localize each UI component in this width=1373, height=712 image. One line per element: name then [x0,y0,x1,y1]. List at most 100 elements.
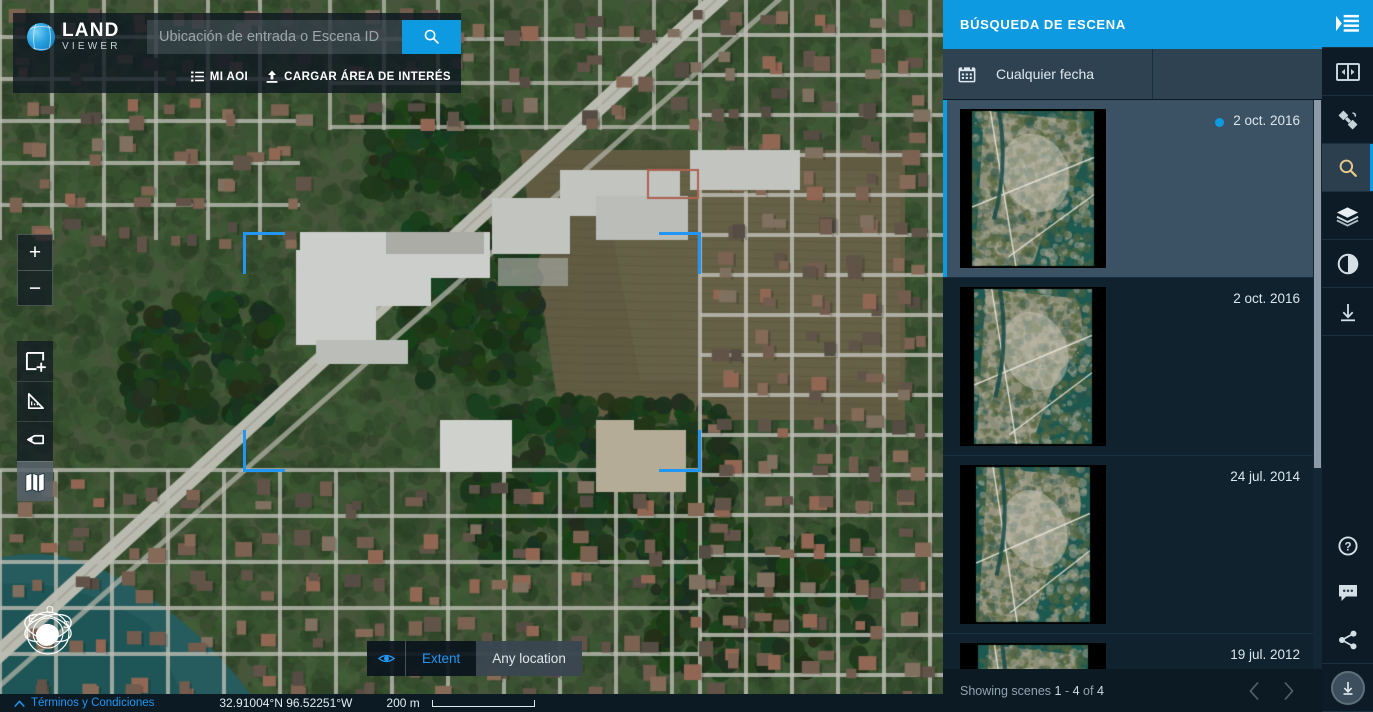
scene-meta: 2 oct. 2016 [1106,100,1322,128]
cursor-coordinates: 32.91004°N 96.52251°W [219,696,353,710]
search-field-group [147,19,461,54]
download-results-button[interactable] [1322,664,1373,711]
calendar-icon [958,66,976,83]
scene-date: 2 oct. 2016 [1233,291,1300,306]
scene-list-scrollbar[interactable] [1313,100,1322,712]
upload-aoi-label: CARGAR ÁREA DE INTERÉS [284,70,451,83]
showing-scenes-status: Showing scenes 1 - 4 of 4 [960,684,1237,698]
terms-label: Términos y Condiciones [31,697,155,709]
measure-button[interactable] [17,381,53,421]
panel-title: BÚSQUEDA DE ESCENA [960,17,1126,32]
zoom-in-button[interactable]: + [18,235,52,270]
terms-and-conditions-link[interactable]: Términos y Condiciones [14,697,154,709]
scene-search-button[interactable] [1322,144,1373,191]
svg-text:?: ? [1344,541,1351,553]
scene-list-item[interactable]: 2 oct. 2016 [943,100,1322,278]
scene-meta: 19 jul. 2012 [1106,634,1322,662]
any-location-option[interactable]: Any location [476,641,582,676]
contrast-button[interactable] [1322,240,1373,287]
visibility-toggle-button[interactable] [367,641,406,676]
total-count: 4 [1096,683,1104,698]
zoom-controls: + − [17,234,53,306]
zoom-out-button[interactable]: − [18,270,52,305]
brand-name-primary: LAND [62,20,120,41]
right-icon-rail: ? [1322,0,1373,712]
scene-meta: 24 jul. 2014 [1106,456,1322,484]
upload-icon [266,70,278,83]
scene-meta: 2 oct. 2016 [1106,278,1322,306]
scene-list-item[interactable]: 2 oct. 2016 [943,278,1322,456]
scene-thumbnail[interactable] [960,109,1106,268]
svg-text:S: S [63,620,70,631]
brand-text: LAND VIEWER [62,21,121,52]
feedback-button[interactable] [1322,569,1373,616]
map-viewport[interactable]: LAND VIEWER Ubicación de entrada o Escen… [0,0,943,712]
basemap-book-icon [25,472,45,492]
scale-bar [431,699,535,707]
scale-label: 200 m [386,696,420,710]
brand-name-secondary: VIEWER [62,41,121,52]
date-filter-secondary-area[interactable] [1153,49,1322,99]
search-panel: LAND VIEWER Ubicación de entrada o Escen… [13,13,461,93]
scene-selected-dot [1215,118,1225,127]
my-aoi-label: MI AOI [209,70,249,83]
range-dash: - [1064,683,1070,698]
search-icon [1339,159,1357,177]
draw-rectangle-icon [25,351,46,372]
next-page-button[interactable] [1271,674,1305,708]
extent-toggle: Extent Any location [367,641,582,676]
layers-button[interactable] [1322,192,1373,239]
scene-list[interactable]: 2 oct. 2016 2 oct. 2016 24 jul. 2014 19 … [943,100,1322,712]
scene-thumbnail[interactable] [960,287,1106,446]
scene-search-panel: BÚSQUEDA DE ESCENA Cualquier fecha 2 oct… [943,0,1322,712]
aoi-actions-row: MI AOI CARGAR ÁREA DE INTERÉS [13,60,461,93]
panel-header: BÚSQUEDA DE ESCENA [943,0,1322,49]
scrollbar-thumb[interactable] [1314,100,1321,468]
chevron-right-icon [1283,681,1294,700]
map-tool-stack [17,341,53,501]
eos-logo: E O S [17,600,79,662]
scene-thumbnail[interactable] [960,465,1106,624]
landviewer-app: LAND VIEWER Ubicación de entrada o Escen… [0,0,1373,712]
chevron-up-icon [14,699,25,707]
toggle-sidebar-button[interactable] [1322,0,1373,47]
compare-split-icon [1335,62,1360,81]
landviewer-logo: LAND VIEWER [27,21,147,52]
prev-page-button[interactable] [1237,674,1271,708]
satellite-basemap[interactable] [0,0,943,712]
scene-date: 2 oct. 2016 [1233,113,1300,128]
my-aoi-button[interactable]: MI AOI [190,70,249,83]
date-filter-button[interactable]: Cualquier fecha [943,49,1153,99]
search-button[interactable] [402,19,461,54]
svg-text:O: O [46,605,54,616]
compare-split-button[interactable] [1322,48,1373,95]
basemap-button[interactable] [17,461,53,501]
search-input[interactable] [147,19,402,54]
of-label: of [1083,683,1094,698]
svg-text:E: E [28,614,35,625]
list-icon [190,71,204,82]
satellite-button[interactable] [1322,96,1373,143]
eye-icon [377,654,395,663]
scene-date: 24 jul. 2014 [1230,469,1300,484]
chevron-left-icon [1248,681,1259,700]
rail-spacer [1322,336,1373,522]
download-arrow-icon [1343,681,1352,695]
tag-icon [26,434,44,445]
contrast-icon [1337,253,1358,274]
download-button[interactable] [1322,288,1373,335]
tag-button[interactable] [17,421,53,461]
upload-aoi-button[interactable]: CARGAR ÁREA DE INTERÉS [266,70,451,83]
date-filter-label: Cualquier fecha [996,66,1095,82]
share-button[interactable] [1322,616,1373,663]
search-icon [424,29,439,44]
date-filter-bar: Cualquier fecha [943,49,1322,100]
scene-list-item[interactable]: 24 jul. 2014 [943,456,1322,634]
measure-ruler-icon [27,393,44,410]
share-icon [1338,630,1356,649]
draw-aoi-button[interactable] [17,341,53,381]
help-button[interactable]: ? [1322,522,1373,569]
globe-icon [27,22,55,51]
extent-option[interactable]: Extent [406,641,476,676]
toggle-sidebar-icon [1336,14,1359,32]
